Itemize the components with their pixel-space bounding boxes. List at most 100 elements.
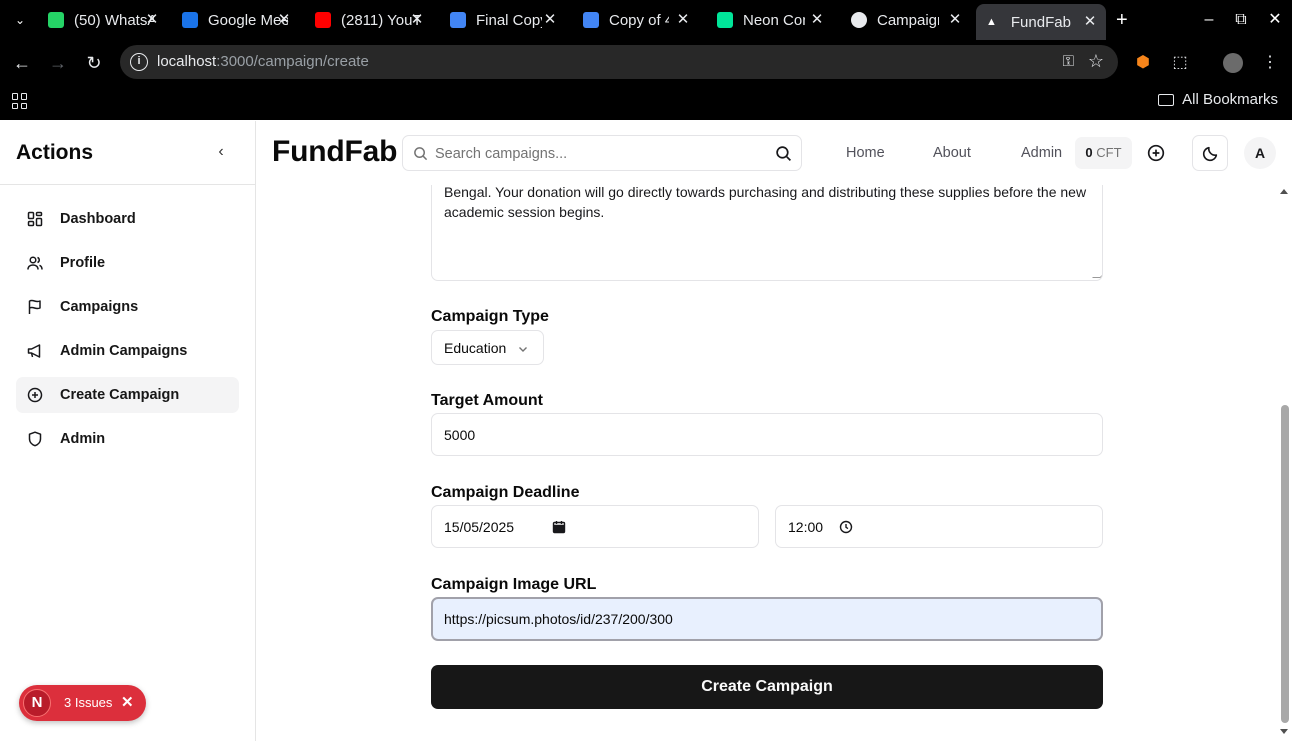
deadline-date-input[interactable]: 15/05/2025	[431, 505, 759, 548]
forward-icon[interactable]: →	[47, 52, 69, 74]
search-box[interactable]	[402, 135, 802, 171]
extensions-puzzle-icon[interactable]: ⬚	[1170, 53, 1190, 73]
close-tab-icon[interactable]: ✕	[1082, 14, 1098, 30]
browser-tab[interactable]: (2811) YouTube ✕	[315, 6, 425, 34]
issues-count-label[interactable]: 3 Issues	[64, 695, 112, 710]
tab-title: Campaign	[877, 11, 939, 29]
resize-handle[interactable]	[1092, 270, 1102, 278]
address-bar[interactable]: i localhost:3000/campaign/create ⚿ ☆	[120, 45, 1118, 79]
nav-link-about[interactable]: About	[933, 145, 971, 161]
close-tab-icon[interactable]: ✕	[675, 12, 691, 28]
url-path: :3000/campaign/create	[216, 53, 369, 70]
tab-title: Copy of 4	[609, 11, 669, 29]
search-icon	[414, 147, 428, 161]
campaign-image-url-label: Campaign Image URL	[431, 576, 597, 593]
search-input[interactable]	[435, 144, 765, 164]
sidebar-item-admin[interactable]: Admin	[16, 421, 239, 457]
password-key-icon[interactable]: ⚿	[1063, 53, 1074, 70]
target-amount-input[interactable]: 5000	[431, 413, 1103, 456]
browser-tab[interactable]: Campaign ✕	[851, 6, 963, 34]
campaign-type-select[interactable]: Education	[431, 330, 544, 365]
brand-logo[interactable]: FundFab	[272, 135, 397, 169]
sidebar-title: Actions	[16, 141, 94, 164]
close-tab-icon[interactable]: ✕	[409, 12, 425, 28]
description-text: Bengal. Your donation will go directly t…	[444, 185, 1087, 220]
search-submit-icon[interactable]	[775, 145, 792, 162]
browser-tab-active[interactable]: ▲ FundFab ✕	[976, 4, 1106, 40]
collapse-chevron-left-icon[interactable]: ‹	[213, 143, 229, 161]
sidebar-item-label: Admin Campaigns	[60, 343, 188, 359]
sidebar-item-label: Campaigns	[60, 299, 139, 315]
sidebar-item-label: Profile	[60, 255, 106, 271]
kebab-menu-icon[interactable]: ⋮	[1260, 53, 1280, 73]
minimize-icon[interactable]: –	[1199, 10, 1219, 30]
campaign-image-url-input[interactable]: https://picsum.photos/id/237/200/300	[431, 597, 1103, 641]
all-bookmarks-button[interactable]: All Bookmarks	[1158, 91, 1278, 108]
new-tab-icon[interactable]: +	[1116, 9, 1128, 31]
description-textarea[interactable]: Bengal. Your donation will go directly t…	[431, 185, 1103, 281]
close-tab-icon[interactable]: ✕	[809, 12, 825, 28]
metamask-fox-icon[interactable]: ⬢	[1133, 53, 1153, 73]
sidebar-item-profile[interactable]: Profile	[16, 245, 239, 281]
dashboard-icon	[27, 211, 43, 227]
sidebar-item-label: Create Campaign	[60, 387, 180, 403]
browser-toolbar: ← → ↻ i localhost:3000/campaign/create ⚿…	[0, 40, 1292, 85]
site-info-icon[interactable]: i	[130, 53, 148, 71]
moon-icon	[1202, 146, 1218, 162]
cft-balance-badge[interactable]: 0 CFT	[1075, 137, 1132, 169]
cft-count: 0	[1085, 145, 1093, 160]
sidebar: Actions ‹ Dashboard Profile Campaigns Ad…	[0, 121, 256, 741]
close-window-icon[interactable]: ✕	[1265, 10, 1285, 30]
calendar-icon[interactable]	[552, 520, 566, 534]
apps-grid-icon[interactable]	[12, 93, 28, 109]
scroll-down-arrow-icon[interactable]	[1280, 729, 1288, 734]
browser-tab[interactable]: Google Meet ✕	[182, 6, 292, 34]
browser-tab[interactable]: Final Copy ✕	[450, 6, 558, 34]
reload-icon[interactable]: ↻	[83, 52, 105, 74]
issues-badge[interactable]: N 3 Issues ✕	[19, 685, 146, 721]
tab-title: FundFab	[1010, 13, 1071, 31]
plus-circle-icon[interactable]	[1147, 144, 1165, 162]
nextjs-logo-icon: N	[23, 689, 51, 717]
whatsapp-icon	[48, 12, 64, 28]
sidebar-item-dashboard[interactable]: Dashboard	[16, 201, 239, 237]
close-tab-icon[interactable]: ✕	[276, 12, 292, 28]
megaphone-icon	[27, 344, 41, 358]
theme-toggle-button[interactable]	[1192, 135, 1228, 171]
campaign-type-label: Campaign Type	[431, 308, 549, 325]
nav-link-admin[interactable]: Admin	[1021, 145, 1062, 161]
shield-icon	[28, 431, 42, 447]
scrollbar-thumb[interactable]	[1281, 405, 1289, 723]
back-icon[interactable]: ←	[11, 52, 33, 74]
nav-link-home[interactable]: Home	[846, 145, 885, 161]
create-campaign-button[interactable]: Create Campaign	[431, 665, 1103, 709]
user-avatar[interactable]: A	[1244, 137, 1276, 169]
sidebar-item-label: Admin	[60, 431, 106, 447]
browser-tab[interactable]: Neon Console ✕	[717, 6, 825, 34]
scroll-up-arrow-icon[interactable]	[1280, 189, 1288, 194]
sidebar-item-label: Dashboard	[60, 211, 136, 227]
google-docs-icon	[583, 12, 599, 28]
sidebar-header: Actions ‹	[0, 121, 255, 185]
close-tab-icon[interactable]: ✕	[144, 12, 160, 28]
restore-icon[interactable]: ⧉	[1231, 10, 1251, 30]
browser-tab[interactable]: (50) WhatsApp ✕	[48, 6, 160, 34]
sidebar-item-create-campaign[interactable]: Create Campaign	[16, 377, 239, 413]
profile-avatar-icon[interactable]	[1223, 53, 1243, 73]
deadline-date-value: 15/05/2025	[444, 519, 515, 535]
clock-icon[interactable]	[839, 520, 853, 534]
deadline-time-input[interactable]: 12:00	[775, 505, 1103, 548]
close-tab-icon[interactable]: ✕	[542, 12, 558, 28]
sidebar-item-admin-campaigns[interactable]: Admin Campaigns	[16, 333, 239, 369]
url-host: localhost	[157, 53, 217, 70]
bookmark-star-icon[interactable]: ☆	[1088, 51, 1104, 72]
folder-icon	[1158, 93, 1175, 106]
tab-title: Neon Console	[743, 11, 805, 29]
sidebar-item-campaigns[interactable]: Campaigns	[16, 289, 239, 325]
tab-search-chevron-icon[interactable]: ⌄	[10, 10, 30, 30]
vercel-triangle-icon: ▲	[986, 16, 997, 28]
browser-tab[interactable]: Copy of 4 ✕	[583, 6, 691, 34]
url-text[interactable]: localhost:3000/campaign/create	[157, 53, 369, 70]
close-tab-icon[interactable]: ✕	[947, 12, 963, 28]
close-icon[interactable]: ✕	[121, 693, 134, 711]
